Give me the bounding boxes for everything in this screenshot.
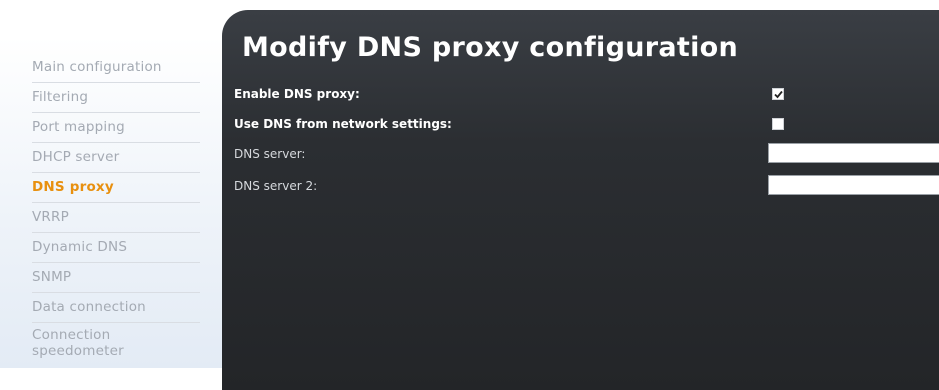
dns-server-row: DNS server: (234, 147, 305, 161)
main-panel: Modify DNS proxy configuration Enable DN… (222, 10, 939, 390)
dns-server-2-row: DNS server 2: (234, 179, 317, 193)
dns-server-2-label: DNS server 2: (234, 179, 318, 193)
sidebar-item-main-configuration[interactable]: Main configuration (32, 53, 200, 83)
sidebar: Main configuration Filtering Port mappin… (0, 0, 222, 368)
use-dns-from-network-row: Use DNS from network settings: (234, 117, 452, 131)
enable-dns-proxy-row: Enable DNS proxy: (234, 87, 360, 101)
sidebar-item-filtering[interactable]: Filtering (32, 83, 200, 113)
use-dns-from-network-checkbox[interactable] (772, 118, 784, 130)
sidebar-item-dhcp-server[interactable]: DHCP server (32, 143, 200, 173)
sidebar-item-dns-proxy[interactable]: DNS proxy (32, 173, 200, 203)
sidebar-item-vrrp[interactable]: VRRP (32, 203, 200, 233)
page-title: Modify DNS proxy configuration (242, 32, 739, 63)
sidebar-item-dynamic-dns[interactable]: Dynamic DNS (32, 233, 200, 263)
dns-server-label: DNS server: (234, 147, 306, 161)
sidebar-item-snmp[interactable]: SNMP (32, 263, 200, 293)
checkmark-icon (774, 90, 783, 99)
enable-dns-proxy-label: Enable DNS proxy: (234, 87, 360, 101)
dns-server-2-input[interactable] (768, 175, 939, 195)
dns-server-input[interactable] (768, 143, 939, 163)
enable-dns-proxy-checkbox[interactable] (772, 88, 784, 100)
sidebar-menu: Main configuration Filtering Port mappin… (32, 53, 200, 365)
sidebar-item-connection-speedometer[interactable]: Connection speedometer (32, 323, 200, 365)
use-dns-from-network-label: Use DNS from network settings: (234, 117, 452, 131)
sidebar-item-port-mapping[interactable]: Port mapping (32, 113, 200, 143)
sidebar-item-data-connection[interactable]: Data connection (32, 293, 200, 323)
